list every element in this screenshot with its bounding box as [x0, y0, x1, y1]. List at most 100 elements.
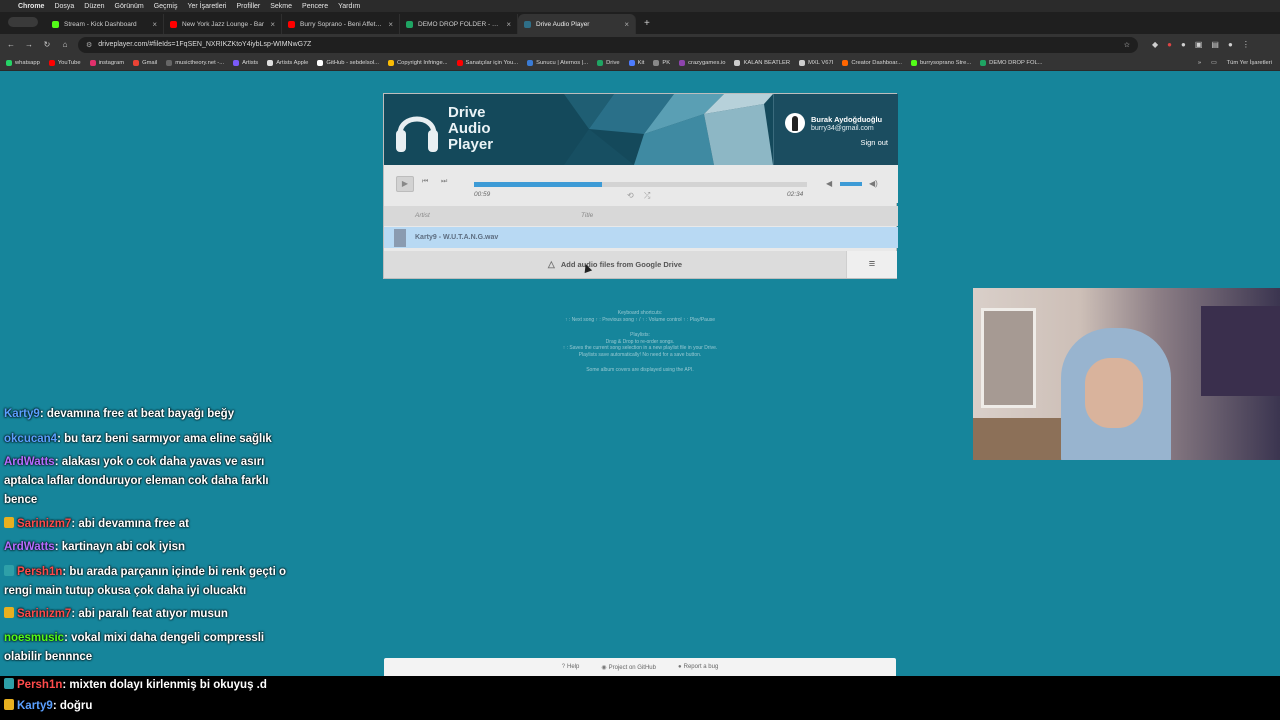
github-link[interactable]: ◉ Project on GitHub — [601, 664, 656, 671]
bookmark-item[interactable]: Kit — [628, 59, 644, 66]
help-link[interactable]: ? Help — [562, 664, 580, 670]
tab-title: Drive Audio Player — [536, 20, 590, 28]
bookmark-item[interactable]: crazygames.io — [679, 59, 725, 66]
bookmark-item[interactable]: DEMO DROP FOL... — [980, 59, 1043, 66]
bookmark-item[interactable]: YouTube — [48, 59, 81, 66]
bookmark-item[interactable]: Sanatçılar için You... — [456, 59, 518, 66]
chat-username[interactable]: Sarinizm7 — [17, 608, 71, 620]
bookmark-item[interactable]: PK — [653, 59, 670, 66]
bookmark-item[interactable]: whatsapp — [6, 59, 40, 66]
menu-tab[interactable]: Sekme — [270, 3, 292, 10]
bookmark-item[interactable]: Copyright Infringe... — [387, 59, 448, 66]
address-bar[interactable]: ⚙ driveplayer.com/#fileIds=1FqSEN_NXRIKZ… — [78, 36, 1138, 53]
bookmark-item[interactable]: musictheory.net -... — [166, 59, 224, 66]
player-banner: Drive Audio Player Burak Aydoğduoğlu bur… — [384, 94, 898, 165]
next-icon[interactable]: ⏭ — [441, 178, 447, 186]
bookmark-item[interactable]: KALAN BEATLER — [734, 59, 790, 66]
browser-tab[interactable]: DEMO DROP FOLDER - Goog × — [400, 14, 518, 34]
url-text[interactable]: driveplayer.com/#fileIds=1FqSEN_NXRIKZKt… — [98, 41, 1117, 48]
volume-max-icon[interactable]: ◀) — [869, 179, 878, 188]
chat-username[interactable]: Sarinizm7 — [17, 518, 71, 530]
all-bookmarks-button[interactable]: » ▭ Tüm Yer İşaretleri — [1198, 60, 1280, 66]
menu-history[interactable]: Geçmiş — [154, 3, 178, 10]
bookmark-item[interactable]: Drive — [597, 59, 620, 66]
site-info-icon[interactable]: ⚙ — [86, 41, 92, 49]
chat-username[interactable]: okcucan4 — [4, 433, 57, 445]
chat-username[interactable]: Persh1n — [17, 679, 62, 691]
extension-icon[interactable]: ● — [1181, 40, 1186, 49]
bookmark-label: Drive — [606, 59, 620, 66]
star-icon[interactable]: ☆ — [1124, 41, 1130, 49]
window-controls[interactable] — [8, 17, 38, 27]
bookmark-item[interactable]: GitHub - sebdelsol... — [317, 59, 379, 66]
reload-icon[interactable]: ↻ — [42, 40, 52, 49]
close-icon[interactable]: × — [270, 20, 275, 29]
browser-tab[interactable]: Stream - Kick Dashboard × — [46, 14, 164, 34]
bookmark-favicon-icon — [527, 59, 534, 66]
album-cover — [394, 229, 406, 247]
volume-slider[interactable] — [840, 182, 862, 186]
bookmark-item[interactable]: Sunucu | Aternos |... — [527, 59, 588, 66]
browser-tab[interactable]: Burry Soprano - Beni Affet Ta × — [282, 14, 400, 34]
chat-username[interactable]: Persh1n — [17, 566, 62, 578]
extension-icon[interactable]: ● — [1167, 40, 1172, 49]
close-icon[interactable]: × — [152, 20, 157, 29]
chat-text: : kartinayn abi cok iyisn — [54, 541, 186, 553]
volume-mute-icon[interactable]: ◀ — [826, 179, 832, 188]
seek-bar[interactable] — [474, 182, 807, 187]
menu-bookmarks[interactable]: Yer İşaretleri — [187, 3, 226, 10]
chat-username[interactable]: ArdWatts — [4, 456, 55, 468]
repeat-icon[interactable]: ⟲ — [627, 191, 634, 200]
column-artist[interactable]: Artist — [415, 212, 430, 219]
menu-help[interactable]: Yardım — [338, 3, 360, 10]
bookmark-item[interactable]: Artists — [233, 59, 258, 66]
chat-username[interactable]: noesmusic — [4, 632, 64, 644]
back-icon[interactable]: ← — [6, 40, 16, 49]
bookmark-item[interactable]: Artists Apple — [267, 59, 308, 66]
menu-edit[interactable]: Düzen — [84, 3, 104, 10]
previous-icon[interactable]: ⏮ — [422, 178, 428, 186]
profile-icon[interactable]: ● — [1228, 40, 1233, 49]
close-icon[interactable]: × — [506, 20, 511, 29]
menubar-app-name[interactable]: Chrome — [18, 3, 44, 10]
chat-username[interactable]: Karty9 — [17, 700, 53, 712]
bookmark-item[interactable]: Creator Dashboar... — [842, 59, 902, 66]
new-tab-button[interactable]: + — [636, 14, 658, 34]
menu-view[interactable]: Görünüm — [115, 3, 144, 10]
column-title[interactable]: Title — [581, 212, 593, 219]
extension-icon[interactable]: ◆ — [1152, 40, 1158, 49]
menu-profiles[interactable]: Profiller — [237, 3, 261, 10]
playlist-row[interactable]: Karty9 - W.U.T.A.N.G.wav — [384, 227, 898, 248]
play-button[interactable]: ▶ — [396, 176, 414, 192]
playlist-menu-button[interactable]: ≡ — [846, 251, 897, 278]
puzzle-icon[interactable]: ▣ — [1195, 40, 1203, 49]
close-icon[interactable]: × — [624, 20, 629, 29]
menu-file[interactable]: Dosya — [54, 3, 74, 10]
browser-tab-active[interactable]: Drive Audio Player × — [518, 14, 636, 34]
bug-link[interactable]: ● Report a bug — [678, 664, 718, 670]
home-icon[interactable]: ⌂ — [60, 40, 70, 49]
tab-title: New York Jazz Lounge - Bar — [182, 20, 265, 28]
forward-icon[interactable]: → — [24, 40, 34, 49]
chat-username[interactable]: Karty9 — [4, 408, 40, 420]
add-files-button[interactable]: △ Add audio files from Google Drive — [384, 251, 846, 278]
sign-out-link[interactable]: Sign out — [860, 138, 888, 147]
bookmark-item[interactable]: burrysoprano Stre... — [910, 59, 971, 66]
bookmark-item[interactable]: Gmail — [133, 59, 157, 66]
chat-username[interactable]: ArdWatts — [4, 541, 55, 553]
close-icon[interactable]: × — [388, 20, 393, 29]
shuffle-icon[interactable]: ⤮ — [644, 191, 650, 201]
chat-message: Sarinizm7: abi devamına free at — [4, 515, 304, 534]
browser-tab[interactable]: New York Jazz Lounge - Bar × — [164, 14, 282, 34]
menu-kebab-icon[interactable]: ⋮ — [1242, 40, 1250, 49]
bookmark-favicon-icon — [980, 59, 987, 66]
current-time: 00:59 — [474, 191, 491, 198]
bookmark-favicon-icon — [317, 59, 324, 66]
youtube-icon — [288, 20, 295, 28]
menu-window[interactable]: Pencere — [302, 3, 328, 10]
all-bookmarks-label: Tüm Yer İşaretleri — [1226, 59, 1272, 66]
sidebar-icon[interactable]: ▤ — [1211, 40, 1219, 49]
chevron-right-icon[interactable]: » — [1198, 60, 1201, 66]
bookmark-item[interactable]: MXL V67I — [799, 59, 833, 66]
bookmark-item[interactable]: instagram — [89, 59, 124, 66]
